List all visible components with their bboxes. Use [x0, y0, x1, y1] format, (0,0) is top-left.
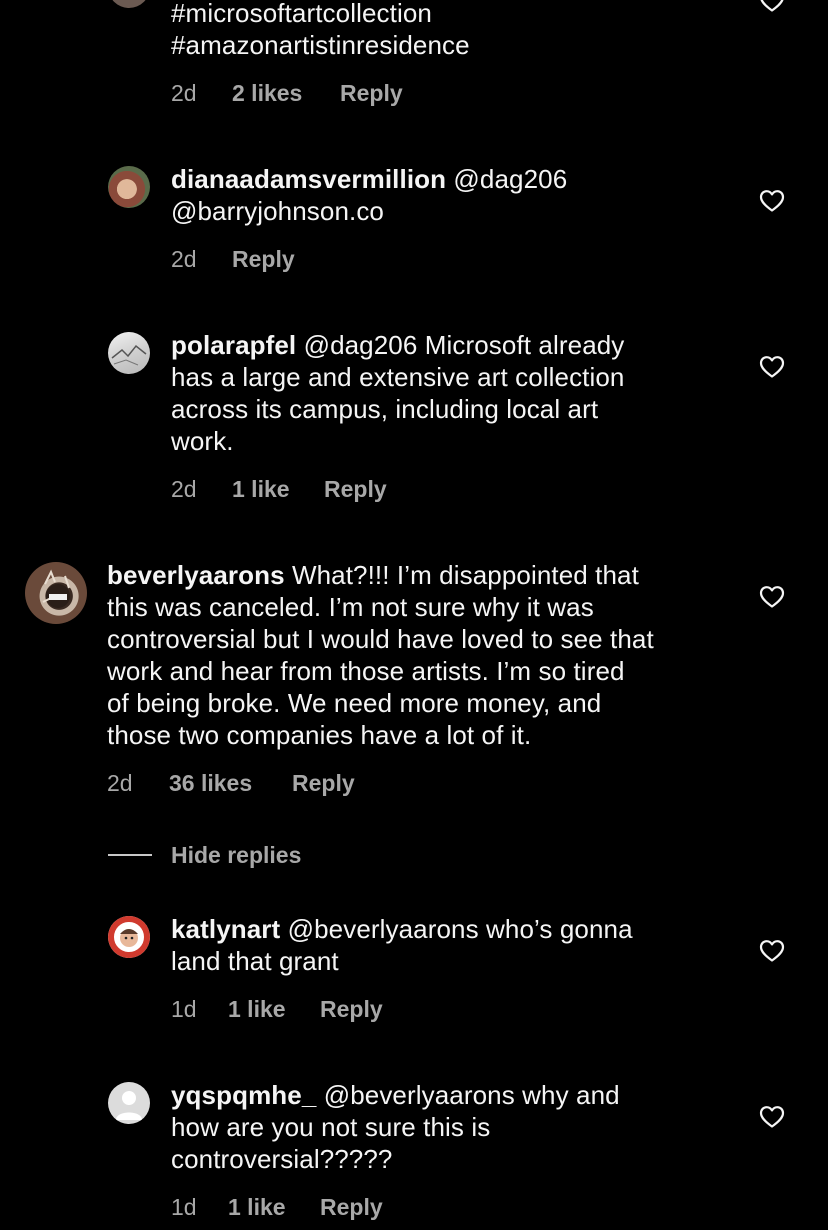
- avatar[interactable]: [108, 916, 150, 958]
- comment-text: dianaadamsvermillion @dag206 @barryjohns…: [171, 164, 568, 226]
- hide-replies-divider: [108, 854, 152, 856]
- heart-outline-icon[interactable]: [759, 585, 785, 609]
- comment-time: 2d: [107, 770, 133, 796]
- heart-outline-icon[interactable]: [759, 939, 785, 963]
- comment-time: 2d: [171, 80, 197, 106]
- avatar[interactable]: [108, 166, 150, 208]
- avatar[interactable]: [108, 332, 150, 374]
- comment-text: beverlyaarons What?!!! I’m disappointed …: [107, 560, 654, 750]
- likes-count[interactable]: 1 like: [228, 995, 286, 1023]
- comment-username[interactable]: dianaadamsvermillion: [171, 164, 446, 194]
- reply-button[interactable]: Reply: [320, 1193, 383, 1221]
- default-avatar-icon: [116, 1091, 142, 1120]
- reply-button[interactable]: Reply: [320, 995, 383, 1023]
- heart-outline-icon[interactable]: [759, 0, 785, 13]
- comment-time: 1d: [171, 1194, 197, 1220]
- likes-count[interactable]: 1 like: [232, 475, 290, 503]
- comment-text: katlynart @beverlyaarons who’s gonna lan…: [171, 914, 633, 976]
- comment-username[interactable]: polarapfel: [171, 330, 296, 360]
- comment-time: 2d: [171, 246, 197, 272]
- hide-replies-button[interactable]: Hide replies: [171, 841, 301, 869]
- likes-count[interactable]: 2 likes: [232, 79, 302, 107]
- heart-outline-icon[interactable]: [759, 355, 785, 379]
- avatar-image: [42, 569, 70, 608]
- avatar-image: [110, 918, 148, 956]
- comment-text: yqspqmhe_ @beverlyaarons why and how are…: [171, 1080, 620, 1174]
- avatar-image: [111, 344, 147, 366]
- comment-text: polarapfel @dag206 Microsoft already has…: [171, 330, 625, 456]
- avatar[interactable]: [108, 1082, 150, 1124]
- comment-username[interactable]: beverlyaarons: [107, 560, 285, 590]
- comment-username[interactable]: katlynart: [171, 914, 280, 944]
- comment-time: 1d: [171, 996, 197, 1022]
- avatar[interactable]: [108, 0, 150, 8]
- heart-outline-icon[interactable]: [759, 1105, 785, 1129]
- reply-button[interactable]: Reply: [292, 769, 355, 797]
- avatar[interactable]: [25, 562, 87, 624]
- heart-outline-icon[interactable]: [759, 189, 785, 213]
- reply-button[interactable]: Reply: [340, 79, 403, 107]
- reply-button[interactable]: Reply: [232, 245, 295, 273]
- comment-text: #microsoftartcollection #amazonartistinr…: [171, 0, 470, 60]
- comment-username[interactable]: yqspqmhe_: [171, 1080, 316, 1110]
- reply-button[interactable]: Reply: [324, 475, 387, 503]
- likes-count[interactable]: 36 likes: [169, 769, 252, 797]
- comment-time: 2d: [171, 476, 197, 502]
- likes-count[interactable]: 1 like: [228, 1193, 286, 1221]
